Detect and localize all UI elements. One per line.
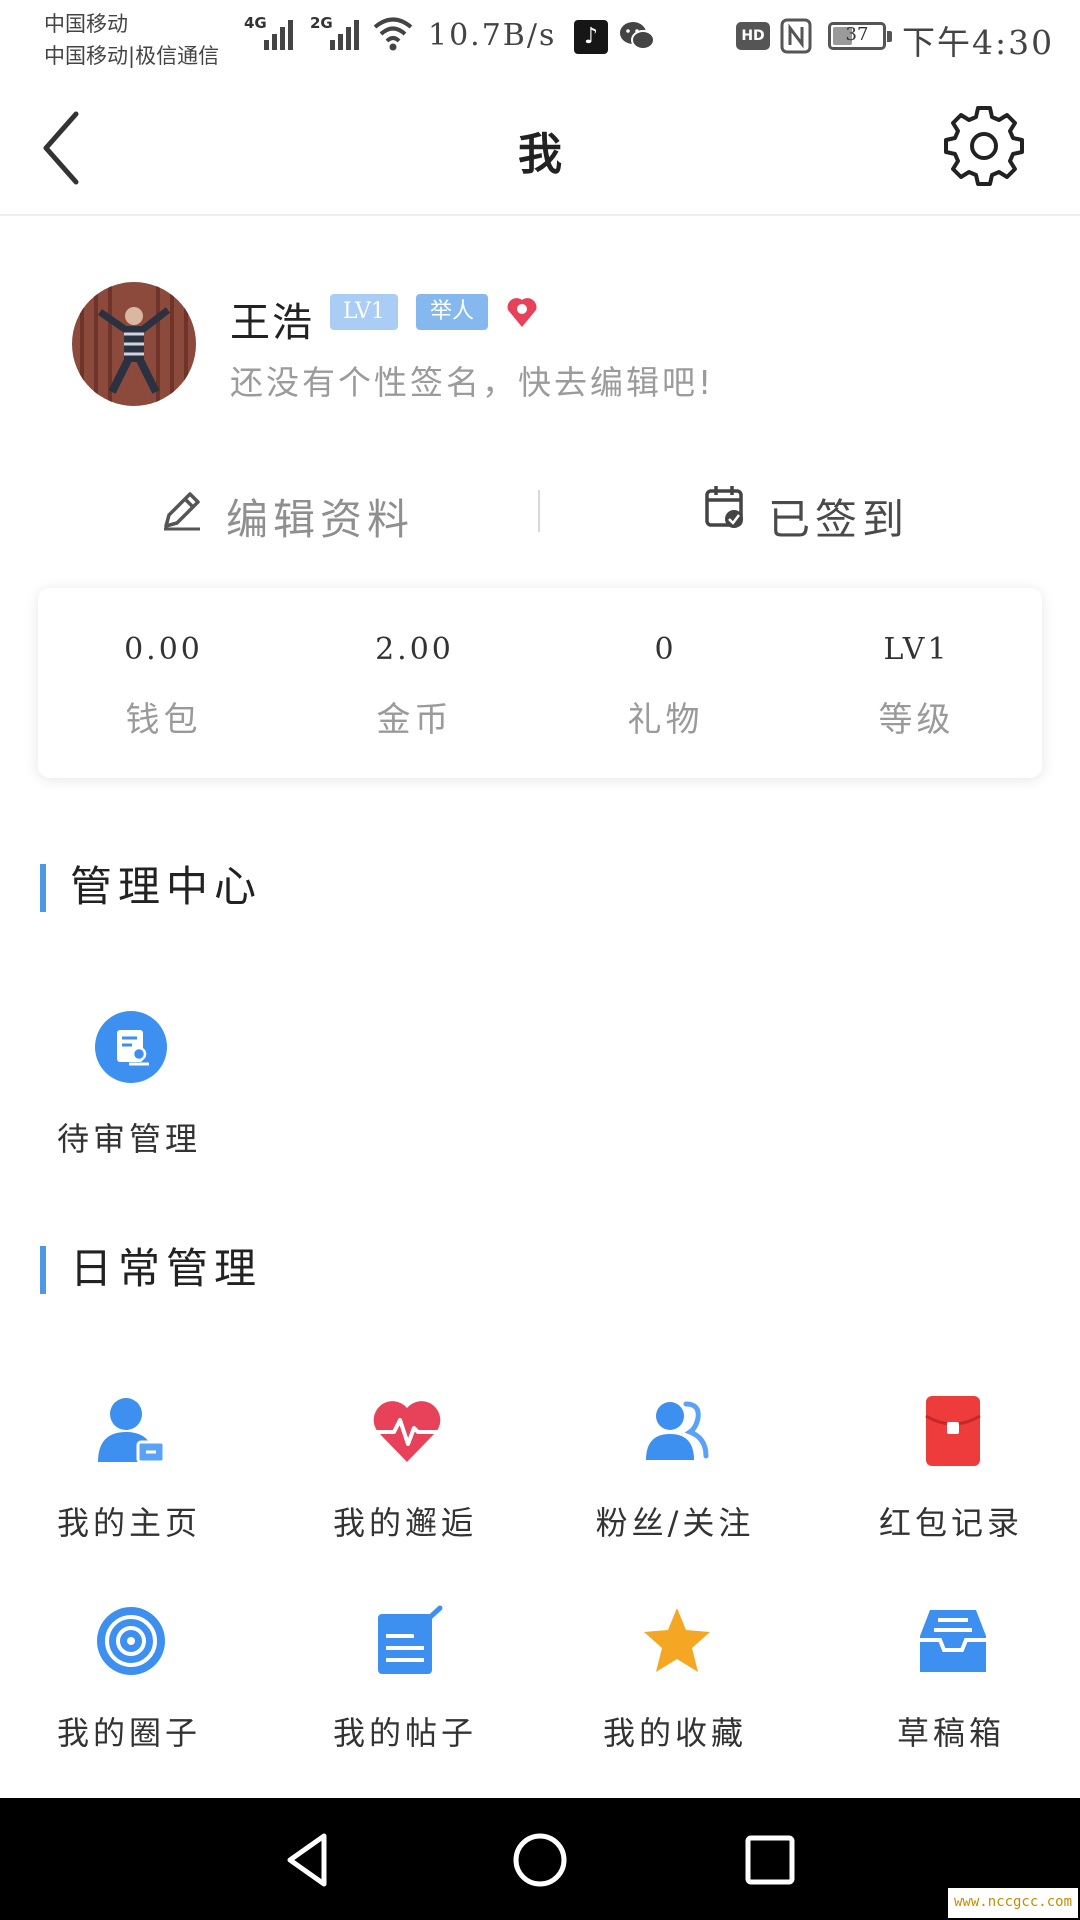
section-title-daily: 日常管理 [40,1246,262,1294]
grid-item-red-envelope-records[interactable]: 红包记录 [836,1394,1066,1554]
role-badge: 举人 [416,294,488,330]
followers-icon [646,1401,709,1460]
stat-wallet[interactable]: 0.00 钱包 [38,588,289,778]
review-document-icon [95,1011,167,1083]
checkin-button[interactable]: 已签到 [704,480,924,550]
grid-item-followers[interactable]: 粉丝/关注 [560,1394,790,1554]
grid-item-my-posts[interactable]: 我的帖子 [290,1604,520,1764]
grid-label: 草稿箱 [896,1714,1005,1752]
hd-icon: HD [736,22,770,50]
avatar-image [72,282,196,406]
edit-profile-label: 编辑资料 [226,495,415,544]
level-badge: LV1 [330,294,398,330]
grid-label: 粉丝/关注 [595,1504,755,1542]
grid-label: 我的帖子 [332,1714,477,1752]
grid-item-pending-review[interactable]: 待审管理 [14,1010,244,1170]
red-envelope-icon [925,1396,981,1466]
stat-value: 2.00 [375,632,454,667]
drafts-inbox-icon [920,1610,986,1672]
nfc-icon [780,18,812,54]
checkin-label: 已签到 [768,495,910,544]
stat-label: 金币 [376,700,453,740]
stat-level[interactable]: LV1 等级 [791,588,1042,778]
stat-label: 等级 [878,700,955,740]
stat-value: 0.00 [124,632,203,667]
system-nav-bar [0,1798,1080,1920]
user-signature[interactable]: 还没有个性签名，快去编辑吧! [230,356,714,404]
stat-value: LV1 [883,632,950,667]
page-title: 我 [518,129,562,180]
grid-label: 我的邂逅 [332,1504,477,1542]
grid-item-drafts[interactable]: 草稿箱 [836,1604,1066,1764]
circle-target-icon [97,1607,165,1675]
user-homepage-icon [98,1398,166,1464]
edit-profile-button[interactable]: 编辑资料 [160,480,420,550]
grid-label: 我的主页 [56,1504,201,1542]
nav-recents-icon[interactable] [738,1828,802,1892]
network-speed: 10.7B/s [428,18,557,53]
carrier-primary: 中国移动 [44,12,128,36]
stat-gifts[interactable]: 0 礼物 [540,588,791,778]
wifi-icon [373,17,413,51]
wechat-icon [620,22,655,50]
settings-gear-icon[interactable] [944,104,1024,188]
grid-label: 我的收藏 [602,1714,747,1752]
signal-icon-2 [330,20,359,50]
grid-item-my-favorites[interactable]: 我的收藏 [560,1604,790,1764]
stat-label: 礼物 [627,700,704,740]
heart-location-icon [507,298,537,327]
grid-item-my-encounters[interactable]: 我的邂逅 [290,1394,520,1554]
page-header: 我 [0,80,1080,216]
nav-home-icon[interactable] [508,1828,572,1892]
profile-actions: 编辑资料 已签到 [0,470,1080,560]
user-name: 王浩 [230,300,314,346]
grid-label: 我的圈子 [56,1714,201,1752]
section-title-management: 管理中心 [40,864,262,912]
calendar-check-icon [705,486,743,528]
stat-label: 钱包 [125,700,202,740]
heartbeat-icon [373,1401,441,1462]
status-bar: 中国移动 中国移动|极信通信 4G 2G 10.7B/s ♪ HD 37 下午4… [0,0,1080,80]
action-divider [538,490,540,532]
battery-icon: 37 [828,22,892,50]
stat-coins[interactable]: 2.00 金币 [289,588,540,778]
star-icon [644,1608,710,1672]
watermark: www.nccgcc.com [948,1888,1079,1918]
grid-label: 红包记录 [878,1504,1023,1542]
stat-value: 0 [654,632,677,667]
battery-level: 37 [845,24,869,45]
clock: 下午4:30 [902,23,1055,62]
post-edit-icon [378,1605,443,1674]
pencil-icon [164,492,200,531]
grid-item-my-homepage[interactable]: 我的主页 [14,1394,244,1554]
tiktok-icon: ♪ [574,20,608,54]
stats-card: 0.00 钱包 2.00 金币 0 礼物 LV1 等级 [38,588,1042,778]
grid-label: 待审管理 [56,1120,201,1158]
avatar[interactable] [72,282,196,406]
nav-back-icon[interactable] [278,1828,342,1892]
signal-icon [264,20,293,50]
grid-item-my-circles[interactable]: 我的圈子 [14,1604,244,1764]
carrier-secondary: 中国移动|极信通信 [44,44,220,68]
